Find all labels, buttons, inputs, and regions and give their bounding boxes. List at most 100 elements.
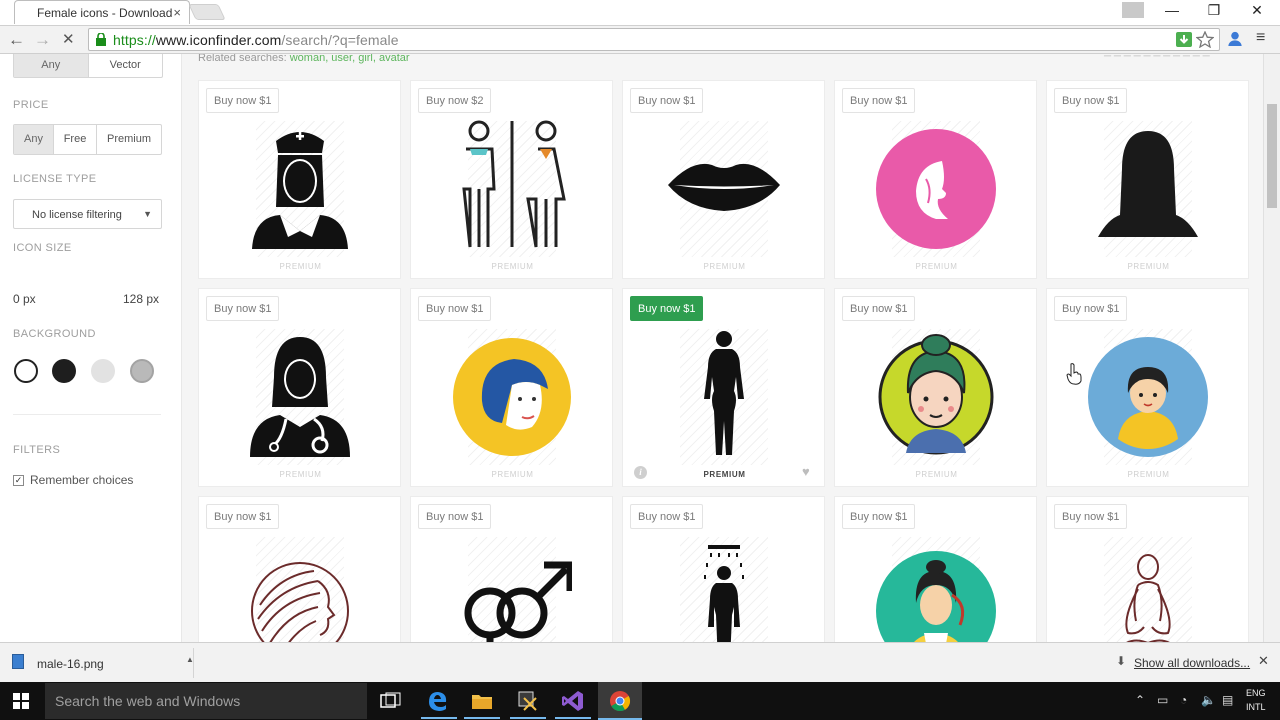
price-premium-option[interactable]: Premium <box>97 125 161 154</box>
buy-button[interactable]: Buy now $1 <box>1054 296 1128 321</box>
premium-label: PREMIUM <box>703 262 746 271</box>
icon-card-woman-hair-line[interactable]: Buy now $1 <box>198 496 401 642</box>
icon-card-woman-avatar-blue[interactable]: Buy now $1 PREMIUM <box>1046 288 1249 487</box>
close-download-bar-icon[interactable]: ✕ <box>1258 653 1269 669</box>
swatch-white[interactable] <box>14 359 38 383</box>
icon-card-woman-avatar-yellow[interactable]: Buy now $1 PREMIUM <box>410 288 613 487</box>
bookmark-star-icon[interactable] <box>1196 31 1214 48</box>
swatch-gray[interactable] <box>130 359 154 383</box>
close-window-button[interactable]: ✕ <box>1237 2 1277 19</box>
buy-button[interactable]: Buy now $1 <box>630 504 704 529</box>
swatch-light-gray[interactable] <box>91 359 115 383</box>
license-type-label: LICENSE TYPE <box>13 173 97 185</box>
buy-button[interactable]: Buy now $2 <box>418 88 492 113</box>
chrome-icon[interactable] <box>608 690 632 712</box>
swatch-black[interactable] <box>52 359 76 383</box>
icon-card-yoga-pose[interactable]: Buy now $1 <box>1046 496 1249 642</box>
restore-button[interactable]: ❐ <box>1194 2 1234 19</box>
icon-card-gender-symbol[interactable]: Buy now $1 <box>410 496 613 642</box>
download-item[interactable]: male-16.png ▲ <box>4 648 194 678</box>
sort-control[interactable]: ─ ─ ─ ─ ─ ─ ─ ─ ─ ─ ─ <box>1104 54 1210 62</box>
shower-woman-icon <box>704 545 744 642</box>
lips-icon <box>668 163 780 211</box>
tab-close-icon[interactable]: × <box>173 5 181 20</box>
page-content: Any Vector PRICE Any Free Premium LICENS… <box>0 54 1280 642</box>
icon-card-female-body[interactable]: Buy now $1 i PREMIUM ♥ <box>622 288 825 487</box>
edge-browser-icon[interactable] <box>425 690 449 712</box>
buy-button[interactable]: Buy now $1 <box>206 296 280 321</box>
price-free-option[interactable]: Free <box>54 125 97 154</box>
buy-button[interactable]: Buy now $1 <box>206 88 280 113</box>
heart-icon[interactable]: ♥ <box>802 464 810 479</box>
woman-avatar-yellow-icon <box>453 338 571 456</box>
profile-icon[interactable] <box>1122 2 1144 18</box>
premium-label: PREMIUM <box>1127 262 1170 271</box>
icon-card-nurse[interactable]: Buy now $1 PREMIUM <box>198 80 401 279</box>
battery-icon[interactable]: ▭ <box>1157 693 1168 707</box>
woman-avatar-teal-icon <box>876 551 996 642</box>
image-file-icon <box>12 654 24 669</box>
address-bar[interactable]: https://www.iconfinder.com/search/?q=fem… <box>88 28 1220 51</box>
download-arrow-icon: ⬇ <box>1116 654 1127 668</box>
buy-button[interactable]: Buy now $1 <box>842 296 916 321</box>
icon-card-shower-woman[interactable]: Buy now $1 <box>622 496 825 642</box>
icon-card-restroom[interactable]: Buy now $2 PREMIUM <box>410 80 613 279</box>
url-text: https://www.iconfinder.com/search/?q=fem… <box>113 32 399 48</box>
remember-label: Remember choices <box>30 473 134 487</box>
icon-card-female-doctor[interactable]: Buy now $1 PREMIUM <box>198 288 401 487</box>
icon-card-woman-avatar-green[interactable]: Buy now $1 PREMIUM <box>834 288 1037 487</box>
premium-label: PREMIUM <box>1127 470 1170 479</box>
woman-profile-circle-icon <box>876 129 996 249</box>
icon-card-lips[interactable]: Buy now $1 PREMIUM <box>622 80 825 279</box>
url-scheme: https:// <box>113 32 156 48</box>
type-vector-option[interactable]: Vector <box>89 54 163 77</box>
network-icon[interactable]: ◔ <box>1180 693 1187 707</box>
icon-card-woman-avatar-teal[interactable]: Buy now $1 <box>834 496 1037 642</box>
visual-studio-icon[interactable] <box>561 690 585 712</box>
buy-button[interactable]: Buy now $1 <box>630 296 704 321</box>
page-scrollbar[interactable] <box>1263 54 1280 642</box>
file-explorer-icon[interactable] <box>470 690 494 712</box>
buy-button[interactable]: Buy now $1 <box>842 88 916 113</box>
stop-button[interactable]: ✕ <box>62 30 75 48</box>
volume-icon[interactable]: 🔈 <box>1201 693 1216 707</box>
windows-start-icon[interactable] <box>13 693 29 709</box>
notification-icon[interactable]: ▤ <box>1222 693 1233 707</box>
type-any-option[interactable]: Any <box>14 54 89 77</box>
remember-checkbox[interactable]: ✓ <box>13 475 24 486</box>
icon-card-woman-silhouette[interactable]: Buy now $1 PREMIUM <box>1046 80 1249 279</box>
language-indicator[interactable]: ENG INTL <box>1246 686 1266 714</box>
minimize-button[interactable]: — <box>1152 2 1192 18</box>
buy-button[interactable]: Buy now $1 <box>842 504 916 529</box>
extension-download-icon[interactable] <box>1175 31 1193 48</box>
filters-label: FILTERS <box>13 444 61 456</box>
address-toolbar: ← → ✕ https://www.iconfinder.com/search/… <box>0 26 1280 54</box>
related-links[interactable]: woman, user, girl, avatar <box>290 54 410 64</box>
browser-tab[interactable]: Female icons - Download × <box>14 0 190 24</box>
chevron-up-icon[interactable]: ▲ <box>186 655 194 664</box>
buy-button[interactable]: Buy now $1 <box>418 296 492 321</box>
buy-button[interactable]: Buy now $1 <box>418 504 492 529</box>
buy-button[interactable]: Buy now $1 <box>1054 504 1128 529</box>
size-min-value: 0 px <box>13 292 36 306</box>
buy-button[interactable]: Buy now $1 <box>206 504 280 529</box>
snipping-tool-icon[interactable] <box>516 690 540 712</box>
buy-button[interactable]: Buy now $1 <box>630 88 704 113</box>
price-any-option[interactable]: Any <box>14 125 54 154</box>
back-button[interactable]: ← <box>8 30 25 50</box>
license-select[interactable]: No license filtering ▼ <box>13 199 162 229</box>
icon-card-woman-profile[interactable]: Buy now $1 PREMIUM <box>834 80 1037 279</box>
user-extension-icon[interactable] <box>1226 30 1244 47</box>
browser-menu-icon[interactable]: ≡ <box>1256 29 1265 47</box>
chevron-down-icon: ▼ <box>143 209 152 219</box>
show-all-downloads-link[interactable]: Show all downloads... <box>1134 656 1250 670</box>
taskbar-search-box[interactable]: Search the web and Windows <box>45 683 367 719</box>
forward-button[interactable]: → <box>34 30 51 50</box>
scrollbar-thumb[interactable] <box>1267 104 1277 208</box>
sidebar-divider <box>13 414 161 415</box>
tray-chevron-up-icon[interactable]: ⌃ <box>1135 693 1145 707</box>
new-tab-button[interactable] <box>188 4 226 20</box>
gender-symbol-icon <box>464 561 572 642</box>
task-view-icon[interactable] <box>378 690 402 712</box>
buy-button[interactable]: Buy now $1 <box>1054 88 1128 113</box>
